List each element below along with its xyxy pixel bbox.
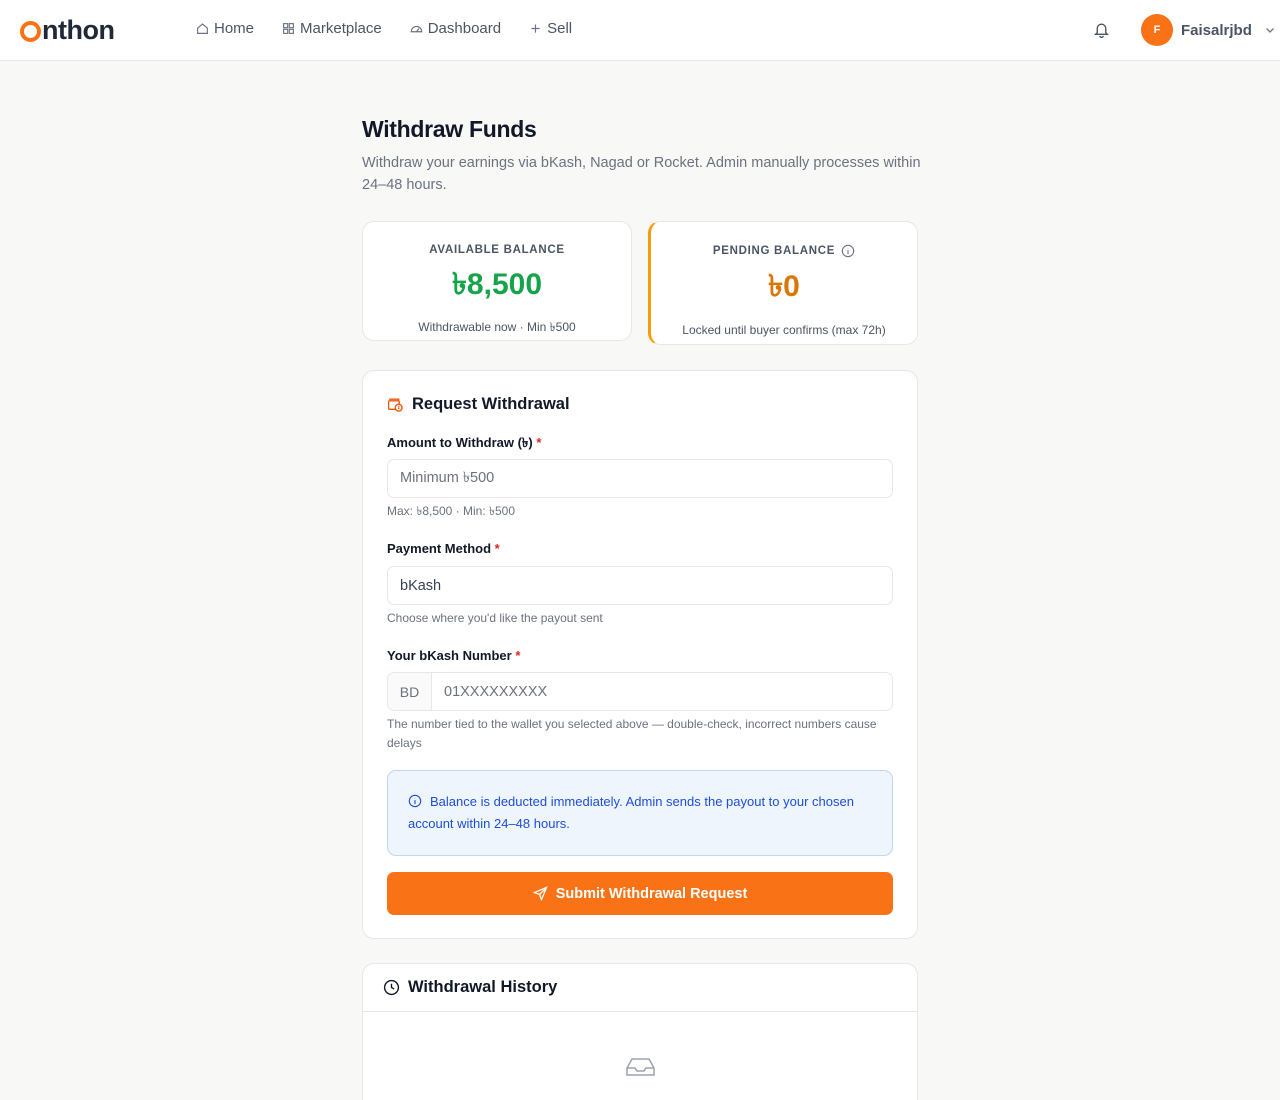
info-icon [408,794,422,808]
home-icon [197,23,208,34]
brand-logo[interactable]: nthon [20,15,115,46]
page-title: Withdraw Funds [362,116,537,142]
clock-icon [383,979,400,996]
amount-label: Amount to Withdraw (৳) * [387,434,541,455]
user-menu[interactable]: F Faisalrjbd [1141,14,1276,46]
submit-label: Submit Withdrawal Request [555,885,748,902]
number-hint: The number tied to the wallet you select… [387,717,877,750]
nav-sell-label: Sell [547,20,573,37]
nav-marketplace[interactable]: Marketplace [282,20,382,37]
form-title: Request Withdrawal [387,395,570,414]
available-balance-card: AVAILABLE BALANCE ৳8,500 Withdrawable no… [362,221,632,341]
pending-balance-amount: ৳0 [768,270,800,303]
amount-hint: Max: ৳8,500 · Min: ৳500 [387,504,516,518]
wallet-icon [387,398,403,412]
amount-placeholder: Minimum ৳500 [400,469,495,486]
amount-input[interactable]: Minimum ৳500 [387,459,893,498]
top-navbar: nthon Home Marketplace Dashboard Sell F … [0,0,1280,61]
nav-sell[interactable]: Sell [529,20,572,37]
notice-text: Balance is deducted immediately. Admin s… [408,794,854,831]
nav-dashboard-label: Dashboard [427,20,502,37]
grid-icon [283,23,294,34]
payment-method-select[interactable]: bKash [387,566,893,605]
nav-home[interactable]: Home [196,20,254,37]
pending-balance-note: Locked until buyer confirms (max 72h) [682,323,886,337]
main-nav: Home Marketplace Dashboard Sell [196,20,572,37]
form-title-text: Request Withdrawal [412,395,570,413]
chevron-down-icon [1265,28,1274,33]
number-label-text: Your bKash Number [387,648,512,663]
history-title: Withdrawal History [383,978,557,997]
nav-home-label: Home [214,20,255,37]
inbox-icon [626,1058,655,1076]
gauge-icon [410,25,423,33]
bell-icon[interactable] [1093,21,1110,38]
page-subtitle: Withdraw your earnings via bKash, Nagad … [362,155,921,193]
country-prefix: BD [388,673,432,710]
send-icon [532,886,548,901]
submit-withdrawal-button[interactable]: Submit Withdrawal Request [387,872,893,915]
available-balance-label: AVAILABLE BALANCE [429,244,565,256]
method-label: Payment Method * [387,541,500,556]
avatar: F [1141,14,1173,46]
deduction-notice: Balance is deducted immediately. Admin s… [387,770,893,856]
logo-text: nthon [42,15,115,45]
available-balance-note: Withdrawable now · Min ৳500 [418,320,576,334]
method-label-text: Payment Method [387,541,492,556]
history-title-text: Withdrawal History [408,978,558,996]
payment-method-value: bKash [400,577,442,594]
pending-balance-label: PENDING BALANCE [712,245,836,257]
bkash-number-placeholder: 01XXXXXXXXX [444,683,548,700]
number-required-mark: * [515,648,521,663]
available-balance-amount: ৳8,500 [451,268,542,301]
amount-required-mark: * [536,435,542,450]
plus-icon [531,24,540,33]
number-label: Your bKash Number * [387,648,520,663]
info-icon[interactable] [841,244,855,258]
pending-balance-card: PENDING BALANCE ৳0 Locked until buyer co… [648,221,918,345]
method-required-mark: * [494,541,500,556]
pending-balance-header: PENDING BALANCE [651,244,917,258]
bkash-number-input[interactable]: BD 01XXXXXXXXX [387,672,893,711]
method-hint: Choose where you'd like the payout sent [387,611,603,625]
nav-marketplace-label: Marketplace [300,20,382,37]
user-name: Faisalrjbd [1181,21,1252,39]
amount-label-text: Amount to Withdraw (৳) [387,435,533,450]
withdrawal-form-card: Request Withdrawal Amount to Withdraw (৳… [362,370,918,939]
withdrawal-history-card: Withdrawal History [362,963,918,1100]
logo-o-mark [20,21,41,42]
history-divider [363,1011,917,1012]
nav-dashboard[interactable]: Dashboard [410,20,501,37]
